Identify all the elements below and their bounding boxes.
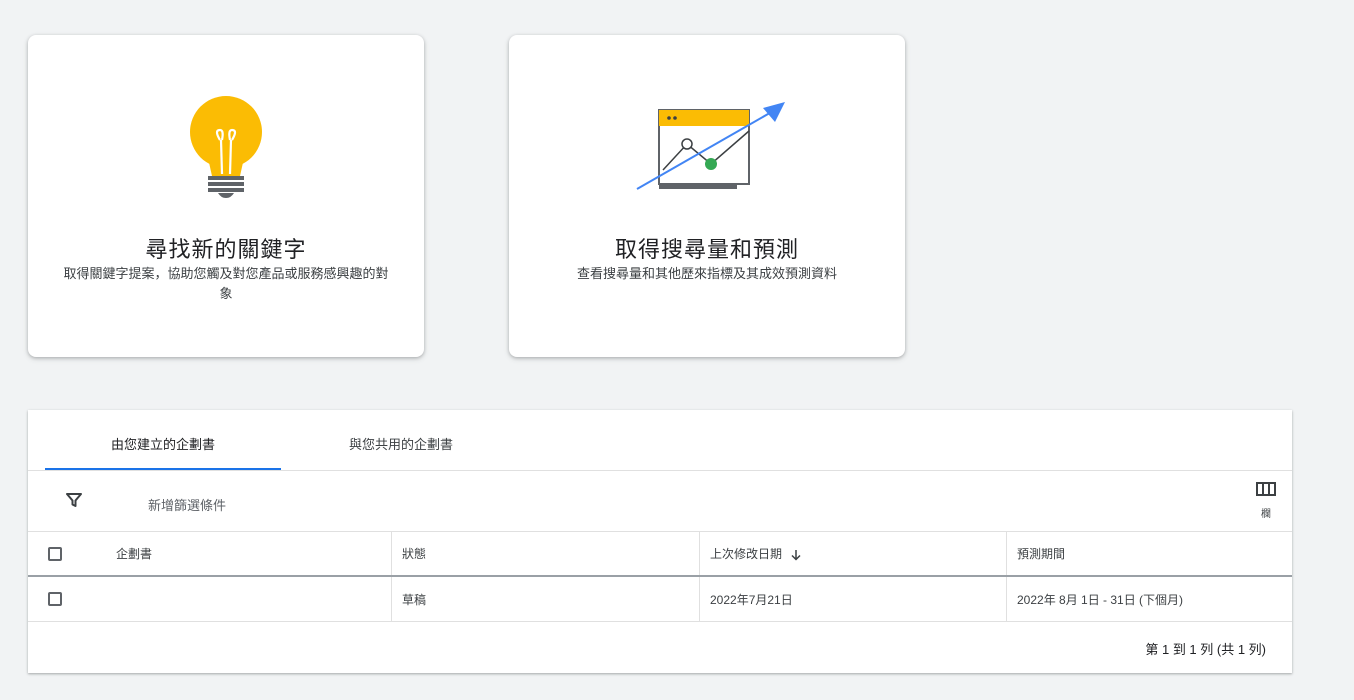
- pagination-text: 第 1 到 1 列 (共 1 列): [1145, 642, 1266, 657]
- columns-icon: [1256, 482, 1276, 496]
- columns-button[interactable]: 欄: [1256, 482, 1276, 520]
- header-last-modified[interactable]: 上次修改日期: [699, 532, 1007, 576]
- card-title: 尋找新的關鍵字: [145, 237, 307, 262]
- plans-table: 企劃書 狀態 上次修改日期 預測期間 草稿 2022年7月21日 2022年 8…: [28, 532, 1292, 622]
- arrow-down-icon: [791, 549, 801, 561]
- find-keywords-card[interactable]: 尋找新的關鍵字 取得關鍵字提案，協助您觸及對您產品或服務感興趣的對象: [28, 35, 424, 357]
- row-checkbox[interactable]: [48, 592, 62, 607]
- add-filter-button[interactable]: 新增篩選條件: [148, 495, 226, 514]
- header-checkbox-cell: [28, 532, 116, 576]
- filter-bar: 新增篩選條件 欄: [28, 471, 1292, 532]
- tab-shared-with-you[interactable]: 與您共用的企劃書: [318, 410, 484, 469]
- row-last-modified: 2022年7月21日: [699, 576, 1007, 622]
- row-checkbox-cell: [28, 576, 116, 622]
- header-status[interactable]: 狀態: [391, 532, 700, 576]
- row-plan[interactable]: [116, 576, 392, 622]
- row-status: 草稿: [391, 576, 700, 622]
- filter-icon[interactable]: [66, 492, 82, 508]
- card-title: 取得搜尋量和預測: [614, 237, 799, 262]
- columns-label: 欄: [1261, 509, 1271, 520]
- chart-trend-icon: [636, 102, 785, 190]
- table-row[interactable]: 草稿 2022年7月21日 2022年 8月 1日 - 31日 (下個月): [28, 576, 1292, 622]
- table-header-row: 企劃書 狀態 上次修改日期 預測期間: [28, 532, 1292, 576]
- lightbulb-icon: [190, 96, 262, 198]
- header-forecast-period[interactable]: 預測期間: [1006, 532, 1292, 576]
- select-all-checkbox[interactable]: [48, 546, 62, 561]
- header-plan[interactable]: 企劃書: [116, 532, 392, 576]
- row-forecast-period: 2022年 8月 1日 - 31日 (下個月): [1006, 576, 1292, 622]
- card-description: 查看搜尋量和其他歷來指標及其成效預測資料: [576, 266, 837, 281]
- search-volume-forecast-card[interactable]: 取得搜尋量和預測 查看搜尋量和其他歷來指標及其成效預測資料: [509, 35, 905, 357]
- plan-tabs: 由您建立的企劃書 與您共用的企劃書: [28, 410, 1292, 471]
- card-description: 取得關鍵字提案，協助您觸及對您產品或服務感興趣的對象: [63, 266, 389, 301]
- plans-panel: 由您建立的企劃書 與您共用的企劃書 新增篩選條件 欄 企劃書 狀態 上次修改日期…: [28, 410, 1292, 673]
- header-last-modified-label: 上次修改日期: [710, 547, 783, 561]
- tab-created-by-you[interactable]: 由您建立的企劃書: [45, 410, 281, 470]
